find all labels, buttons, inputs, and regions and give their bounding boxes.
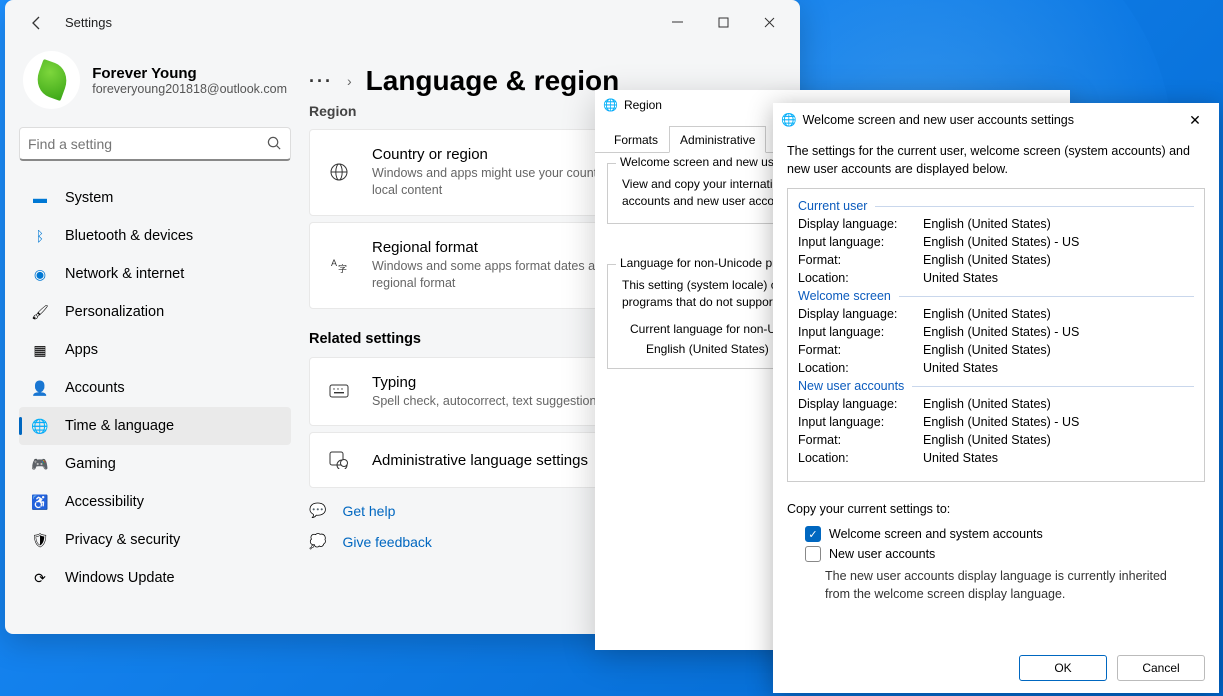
checkbox-icon: ✓ [805, 526, 821, 542]
admin-icon [328, 449, 350, 471]
checkbox-icon [805, 546, 821, 562]
sidebar: Forever Young foreveryoung201818@outlook… [5, 45, 305, 634]
page-title: Language & region [366, 65, 620, 97]
user-name: Forever Young [92, 65, 287, 82]
language-icon: A字 [328, 254, 350, 276]
tab-administrative[interactable]: Administrative [669, 126, 766, 153]
search-input[interactable] [19, 127, 291, 161]
close-button[interactable] [746, 7, 792, 39]
sidebar-item-gaming[interactable]: 🎮Gaming [19, 445, 291, 483]
globe-icon: 🌐 [603, 98, 618, 112]
sidebar-item-apps[interactable]: ▦Apps [19, 331, 291, 369]
dialog-info: The settings for the current user, welco… [787, 143, 1205, 178]
section-welcome-screen: Welcome screen [788, 287, 1204, 305]
svg-text:A: A [331, 258, 337, 268]
apps-icon: ▦ [31, 341, 49, 359]
checkbox-welcome-system[interactable]: ✓ Welcome screen and system accounts [787, 524, 1205, 544]
dialog-titlebar: 🌐 Welcome screen and new user accounts s… [773, 103, 1219, 137]
search-icon [267, 136, 282, 151]
chevron-right-icon: › [347, 73, 352, 89]
brush-icon: 🖌 [31, 303, 49, 321]
sidebar-item-accessibility[interactable]: ♿Accessibility [19, 483, 291, 521]
person-icon: 👤 [31, 379, 49, 397]
globe-icon: 🌐 [781, 113, 797, 128]
sidebar-item-privacy[interactable]: 🛡Privacy & security [19, 521, 291, 559]
sidebar-item-time-language[interactable]: 🌐Time & language [19, 407, 291, 445]
update-icon: ⟳ [31, 569, 49, 587]
wifi-icon: ◉ [31, 265, 49, 283]
titlebar: Settings [5, 0, 800, 45]
shield-icon: 🛡 [31, 531, 49, 549]
maximize-button[interactable] [700, 7, 746, 39]
minimize-button[interactable] [654, 7, 700, 39]
avatar [23, 51, 80, 109]
back-button[interactable] [21, 7, 53, 39]
bluetooth-icon: ᛒ [31, 227, 49, 245]
sidebar-item-network[interactable]: ◉Network & internet [19, 255, 291, 293]
svg-text:字: 字 [338, 263, 347, 274]
settings-groupbox: Current user Display language:English (U… [787, 188, 1205, 482]
sidebar-item-update[interactable]: ⟳Windows Update [19, 559, 291, 597]
sidebar-item-bluetooth[interactable]: ᛒBluetooth & devices [19, 217, 291, 255]
user-email: foreveryoung201818@outlook.com [92, 82, 287, 96]
copy-settings-label: Copy your current settings to: [787, 502, 1205, 516]
sidebar-item-accounts[interactable]: 👤Accounts [19, 369, 291, 407]
keyboard-icon [328, 380, 350, 402]
section-current-user: Current user [788, 197, 1204, 215]
dialog-close-button[interactable]: ✕ [1179, 104, 1211, 136]
globe-clock-icon: 🌐 [31, 417, 49, 435]
tab-formats[interactable]: Formats [603, 126, 669, 152]
new-user-note: The new user accounts display language i… [787, 564, 1205, 603]
sidebar-item-system[interactable]: ▬System [19, 179, 291, 217]
window-title: Settings [65, 15, 112, 30]
search-field[interactable] [28, 136, 267, 152]
ok-button[interactable]: OK [1019, 655, 1107, 681]
globe-icon [328, 161, 350, 183]
leaf-icon [32, 59, 72, 101]
breadcrumb-ellipsis[interactable]: ··· [309, 71, 333, 92]
accessibility-icon: ♿ [31, 493, 49, 511]
user-profile[interactable]: Forever Young foreveryoung201818@outlook… [19, 45, 291, 127]
checkbox-new-user[interactable]: New user accounts [787, 544, 1205, 564]
section-new-user: New user accounts [788, 377, 1204, 395]
welcome-dialog: 🌐 Welcome screen and new user accounts s… [773, 103, 1219, 693]
system-icon: ▬ [31, 189, 49, 207]
sidebar-item-personalization[interactable]: 🖌Personalization [19, 293, 291, 331]
cancel-button[interactable]: Cancel [1117, 655, 1205, 681]
gamepad-icon: 🎮 [31, 455, 49, 473]
help-icon: 💬 [309, 502, 326, 519]
feedback-icon: 💭 [309, 533, 326, 550]
